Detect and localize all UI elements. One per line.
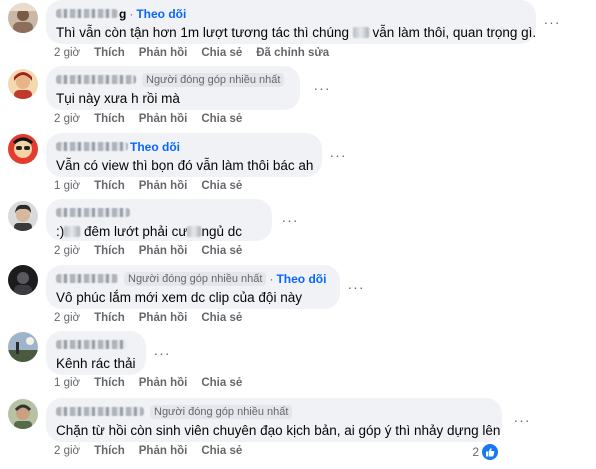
top-contributor-badge[interactable]: Người đóng góp nhiều nhất bbox=[142, 72, 285, 87]
comment-bubble: Theo dõi Vẫn có view thì bọn đó vẫn làm … bbox=[46, 133, 322, 177]
reaction-count: 2 bbox=[472, 445, 479, 459]
separator-dot: · bbox=[129, 6, 134, 21]
avatar[interactable] bbox=[8, 201, 38, 231]
top-contributor-badge[interactable]: Người đóng góp nhiều nhất bbox=[124, 271, 267, 286]
comment-text: Chặn từ hồi còn sinh viên chuyên đạo kịc… bbox=[56, 423, 501, 438]
author-name-redacted[interactable] bbox=[56, 340, 126, 349]
reply-button[interactable]: Phản hồi bbox=[139, 113, 188, 125]
like-button[interactable]: Thích bbox=[94, 377, 125, 389]
comment-bubble: Người đóng góp nhiều nhất · Theo dõi Vô … bbox=[46, 265, 340, 309]
timestamp[interactable]: 2 giờ bbox=[54, 312, 80, 324]
like-button[interactable]: Thích bbox=[94, 180, 125, 192]
comment-bubble: :) đêm lướt phải cư ngủ dc bbox=[46, 199, 272, 241]
reply-button[interactable]: Phản hồi bbox=[139, 377, 188, 389]
author-name-redacted[interactable] bbox=[56, 407, 144, 416]
comment-text: :) đêm lướt phải cư ngủ dc bbox=[56, 224, 243, 239]
share-button[interactable]: Chia sẻ bbox=[201, 113, 242, 125]
more-options-icon[interactable]: ··· bbox=[542, 14, 562, 30]
timestamp[interactable]: 2 giờ bbox=[54, 445, 80, 457]
avatar[interactable] bbox=[8, 69, 38, 99]
more-options-icon[interactable]: ··· bbox=[346, 279, 366, 295]
comment-actions: 2 giờ Thích Phản hồi Chia sẻ bbox=[54, 445, 256, 457]
comment-bubble: g · Theo dõi Thì vẫn còn tận hơn 1m lượt… bbox=[46, 0, 536, 44]
comment-actions: 2 giờ Thích Phản hồi Chia sẻ Đã chỉnh sử… bbox=[54, 47, 343, 59]
comment-text: Kênh rác thải bbox=[56, 356, 136, 371]
comment-actions: 2 giờ Thích Phản hồi Chia sẻ bbox=[54, 113, 256, 125]
redaction bbox=[187, 226, 202, 237]
comment-actions: 2 giờ Thích Phản hồi Chia sẻ bbox=[54, 312, 256, 324]
share-button[interactable]: Chia sẻ bbox=[201, 377, 242, 389]
comment-text: Vẫn có view thì bọn đó vẫn làm thôi bác … bbox=[56, 158, 314, 173]
reply-button[interactable]: Phản hồi bbox=[139, 245, 188, 257]
redaction bbox=[352, 27, 369, 38]
more-options-icon[interactable]: ··· bbox=[512, 412, 532, 428]
share-button[interactable]: Chia sẻ bbox=[201, 312, 242, 324]
comment-text: Thì vẫn còn tận hơn 1m lượt tương tác th… bbox=[56, 25, 537, 40]
follow-button[interactable]: Theo dõi bbox=[130, 140, 180, 154]
more-options-icon[interactable]: ··· bbox=[328, 147, 348, 163]
reply-button[interactable]: Phản hồi bbox=[139, 47, 188, 59]
edited-label[interactable]: Đã chỉnh sửa bbox=[256, 47, 329, 59]
like-button[interactable]: Thích bbox=[94, 245, 125, 257]
like-button[interactable]: Thích bbox=[94, 312, 125, 324]
avatar[interactable] bbox=[8, 3, 38, 33]
timestamp[interactable]: 2 giờ bbox=[54, 245, 80, 257]
timestamp[interactable]: 1 giờ bbox=[54, 180, 80, 192]
share-button[interactable]: Chia sẻ bbox=[201, 445, 242, 457]
separator-dot: · bbox=[269, 271, 274, 286]
comment-text: Tụi này xưa h rồi mà bbox=[56, 91, 180, 106]
timestamp[interactable]: 2 giờ bbox=[54, 47, 80, 59]
avatar[interactable] bbox=[8, 265, 38, 295]
comment-bubble: Kênh rác thải bbox=[46, 331, 146, 375]
author-name-redacted[interactable] bbox=[56, 75, 136, 84]
avatar[interactable] bbox=[8, 399, 38, 429]
author-name-redacted[interactable] bbox=[56, 142, 128, 151]
like-button[interactable]: Thích bbox=[94, 47, 125, 59]
share-button[interactable]: Chia sẻ bbox=[201, 245, 242, 257]
author-name-redacted[interactable] bbox=[56, 208, 130, 217]
comment-actions: 1 giờ Thích Phản hồi Chia sẻ bbox=[54, 377, 256, 389]
comment-text: Vô phúc lắm mới xem dc clip của đội này bbox=[56, 290, 302, 305]
more-options-icon[interactable]: ··· bbox=[152, 345, 172, 361]
more-options-icon[interactable]: ··· bbox=[280, 212, 300, 228]
follow-button[interactable]: Theo dõi bbox=[136, 7, 186, 21]
redaction bbox=[64, 226, 81, 237]
author-name-redacted[interactable] bbox=[56, 9, 118, 18]
comment-bubble: Người đóng góp nhiều nhất Chặn từ hồi cò… bbox=[46, 398, 502, 442]
share-button[interactable]: Chia sẻ bbox=[201, 180, 242, 192]
like-reaction-icon bbox=[482, 444, 498, 460]
follow-button[interactable]: Theo dõi bbox=[276, 272, 326, 286]
top-contributor-badge[interactable]: Người đóng góp nhiều nhất bbox=[150, 404, 293, 419]
avatar[interactable] bbox=[8, 332, 38, 362]
author-name[interactable]: g bbox=[119, 7, 126, 21]
timestamp[interactable]: 1 giờ bbox=[54, 377, 80, 389]
author-name-redacted[interactable] bbox=[56, 274, 118, 283]
comment-actions: 2 giờ Thích Phản hồi Chia sẻ bbox=[54, 245, 256, 257]
comment-bubble: Người đóng góp nhiều nhất Tụi này xưa h … bbox=[46, 66, 300, 110]
comment-actions: 1 giờ Thích Phản hồi Chia sẻ bbox=[54, 180, 256, 192]
avatar[interactable] bbox=[8, 134, 38, 164]
more-options-icon[interactable]: ··· bbox=[312, 80, 332, 96]
reaction-summary[interactable]: 2 bbox=[472, 444, 498, 460]
like-button[interactable]: Thích bbox=[94, 445, 125, 457]
reply-button[interactable]: Phản hồi bbox=[139, 445, 188, 457]
reply-button[interactable]: Phản hồi bbox=[139, 312, 188, 324]
like-button[interactable]: Thích bbox=[94, 113, 125, 125]
share-button[interactable]: Chia sẻ bbox=[201, 47, 242, 59]
reply-button[interactable]: Phản hồi bbox=[139, 180, 188, 192]
timestamp[interactable]: 2 giờ bbox=[54, 113, 80, 125]
